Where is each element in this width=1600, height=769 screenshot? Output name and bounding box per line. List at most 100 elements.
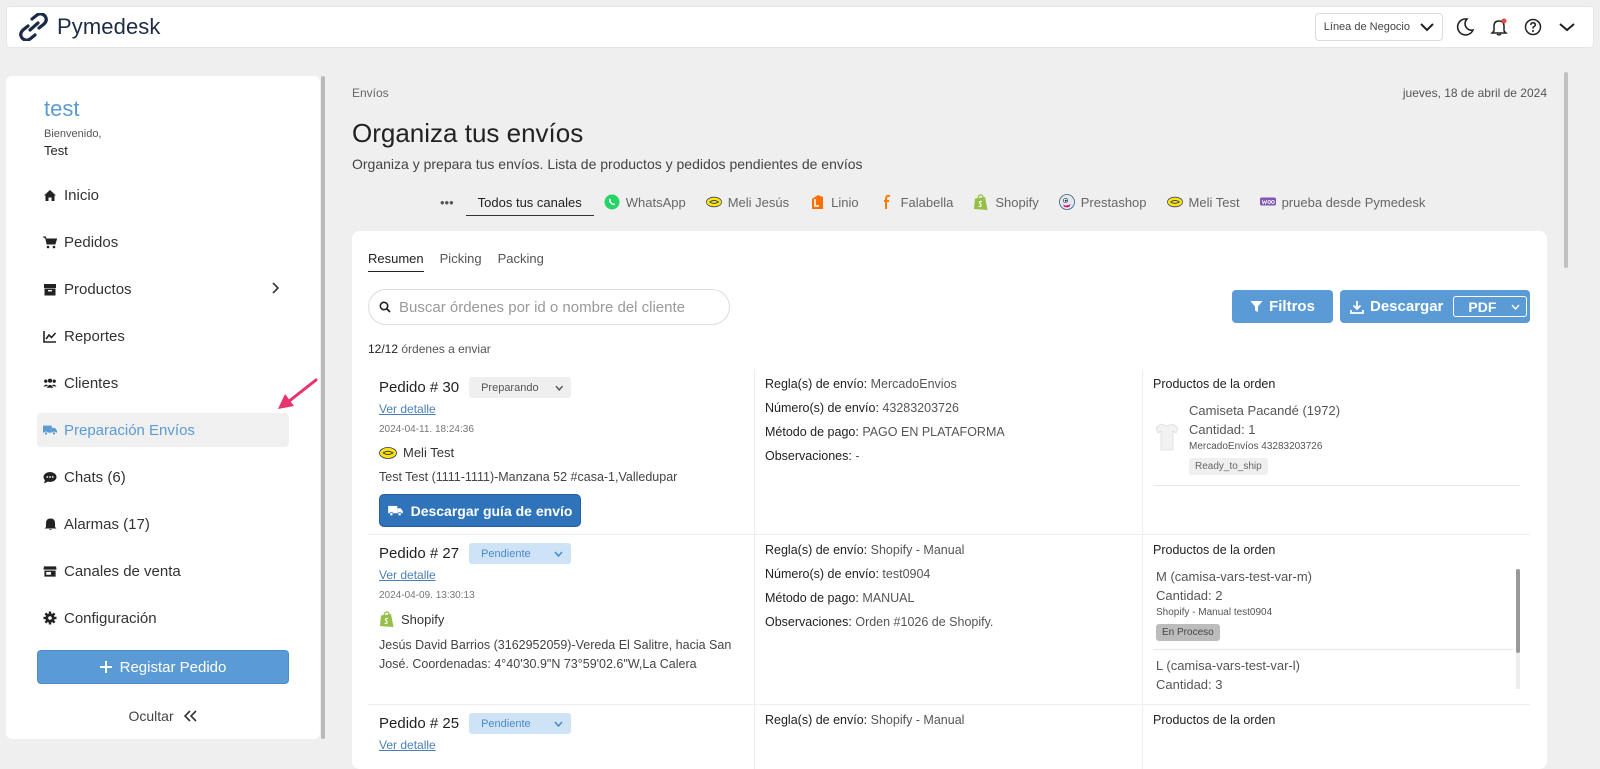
sidebar-scrollbar[interactable] [321,76,325,739]
sidebar-item-inicio[interactable]: Inicio [37,178,289,212]
filter-icon [1250,301,1263,312]
mercadolibre-icon [379,446,397,459]
download-button[interactable]: Descargar PDF [1340,290,1530,323]
breadcrumb[interactable]: Envíos [352,86,389,100]
linio-icon [809,194,825,210]
page-title: Organiza tus envíos [352,118,584,148]
filters-label: Filtros [1269,298,1315,315]
products-header: Productos de la orden [1153,543,1276,557]
download-format-select[interactable]: PDF [1453,296,1528,317]
order-shipping-info: Regla(s) de envío: MercadoEnvios Número(… [754,369,1142,534]
product-quantity: Cantidad: 1 [1189,422,1256,437]
woocommerce-icon [1259,194,1276,210]
logo[interactable]: Pymedesk [19,13,161,41]
shipping-rule-label: Regla(s) de envío: [765,543,868,557]
order-status-select[interactable]: Pendiente [469,543,572,564]
filters-button[interactable]: Filtros [1232,290,1333,323]
products-scrollbar[interactable] [1516,569,1520,689]
chat-icon [43,470,57,484]
sidebar-item-label: Pedidos [64,233,119,251]
channel-label: Shopify [995,194,1039,210]
store-icon [43,564,57,578]
search-input[interactable] [399,298,719,316]
account-menu-chevron-icon[interactable] [1555,15,1579,39]
view-detail-link[interactable]: Ver detalle [379,402,754,416]
channel-tab-meli-jesus[interactable]: Meli Jesús [705,194,789,210]
view-tabs: Resumen Picking Packing [368,251,544,272]
help-icon[interactable] [1521,15,1545,39]
channel-tab-meli-test[interactable]: Meli Test [1166,194,1240,210]
search-box[interactable] [368,289,730,325]
cart-icon [43,235,57,249]
view-detail-link[interactable]: Ver detalle [379,568,754,582]
channel-tab-linio[interactable]: Linio [809,194,859,210]
notes-value: Orden #1026 de Shopify. [855,615,994,629]
tab-packing[interactable]: Packing [498,251,544,272]
hide-sidebar-label: Ocultar [128,708,174,724]
hide-sidebar-button[interactable]: Ocultar [6,708,320,724]
page-subtitle: Organiza y prepara tus envíos. Lista de … [352,156,863,172]
channel-tab-whatsapp[interactable]: WhatsApp [604,194,686,210]
channel-tab-woocommerce[interactable]: prueba desde Pymedesk [1259,194,1425,210]
order-status-select[interactable]: Preparando [469,377,572,398]
sidebar: test Bienvenido, Test Inicio Pedidos Pro… [6,76,320,739]
tab-resumen[interactable]: Resumen [368,251,424,272]
channel-tab-falabella[interactable]: Falabella [879,194,954,210]
notifications-bell-icon[interactable] [1487,15,1511,39]
sidebar-item-reportes[interactable]: Reportes [37,319,289,353]
download-format-value: PDF [1468,298,1497,315]
moon-icon[interactable] [1453,15,1477,39]
truck-icon [43,423,57,437]
double-chevron-left-icon [183,710,197,722]
channel-tab-shopify[interactable]: Shopify [973,193,1039,210]
sidebar-item-configuracion[interactable]: Configuración [37,601,289,635]
shipping-rule-value: Shopify - Manual [870,543,965,557]
sidebar-item-pedidos[interactable]: Pedidos [37,225,289,259]
product-item: M (camisa-vars-test-var-m) Cantidad: 2 S… [1153,569,1520,641]
sidebar-item-canales-venta[interactable]: Canales de venta [37,554,289,588]
order-date: 2024-04-09. 13:30:13 [379,590,475,601]
products-header: Productos de la orden [1153,713,1276,727]
business-line-select[interactable]: Línea de Negocio [1314,13,1443,41]
sidebar-item-label: Productos [64,280,132,298]
sidebar-item-chats[interactable]: Chats (6) [37,460,289,494]
channel-label: Falabella [900,194,954,210]
product-quantity: Cantidad: 2 [1156,588,1223,603]
channel-label: Linio [831,194,859,210]
sidebar-item-label: Preparación Envíos [64,421,195,439]
sidebar-item-productos[interactable]: Productos [37,272,289,306]
notes-value: - [855,449,860,463]
tab-picking[interactable]: Picking [440,251,482,272]
order-status-value: Pendiente [481,717,531,730]
sidebar-item-alarmas[interactable]: Alarmas (17) [37,507,289,541]
channel-tab-all[interactable]: Todos tus canales [465,192,594,216]
channel-tab-prestashop[interactable]: Prestashop [1058,194,1147,210]
sidebar-item-label: Clientes [64,374,119,392]
order-shipping-info: Regla(s) de envío: Shopify - Manual Núme… [754,535,1142,704]
shipping-rule-value: MercadoEnvios [870,377,957,391]
app-name: Pymedesk [57,14,161,39]
payment-label: Método de pago: [765,591,859,605]
user-display-name: Test [44,143,68,158]
order-shipping-info: Regla(s) de envío: Shopify - Manual [754,705,1142,769]
shipping-rule-label: Regla(s) de envío: [765,377,868,391]
download-shipping-guide-button[interactable]: Descargar guía de envío [379,494,581,527]
product-shipping-meta: Shopify - Manual test0904 [1156,607,1273,618]
orders-count: 12/12 órdenes a enviar [368,342,491,356]
tracking-value: 43283203726 [882,401,959,415]
page-scrollbar[interactable] [1564,72,1568,268]
product-name: M (camisa-vars-test-var-m) [1156,569,1312,584]
business-line-label: Línea de Negocio [1323,21,1410,33]
sidebar-item-preparacion-envios[interactable]: Preparación Envíos [37,413,289,447]
order-status-select[interactable]: Pendiente [469,713,572,734]
view-detail-link[interactable]: Ver detalle [379,738,754,752]
order-products: Productos de la orden M (camisa-vars-tes… [1142,535,1530,704]
order-title: Pedido # 25 [379,715,460,732]
product-item: Camiseta Pacandé (1972) Cantidad: 1 Merc… [1153,403,1520,475]
notes-label: Observaciones: [765,615,852,629]
notes-label: Observaciones: [765,449,852,463]
more-options-icon[interactable]: ••• [440,195,454,210]
sidebar-item-clientes[interactable]: Clientes [37,366,289,400]
register-order-button[interactable]: Registar Pedido [37,650,289,684]
order-row: Pedido # 25 Pendiente Ver detalle Regla(… [368,704,1530,769]
